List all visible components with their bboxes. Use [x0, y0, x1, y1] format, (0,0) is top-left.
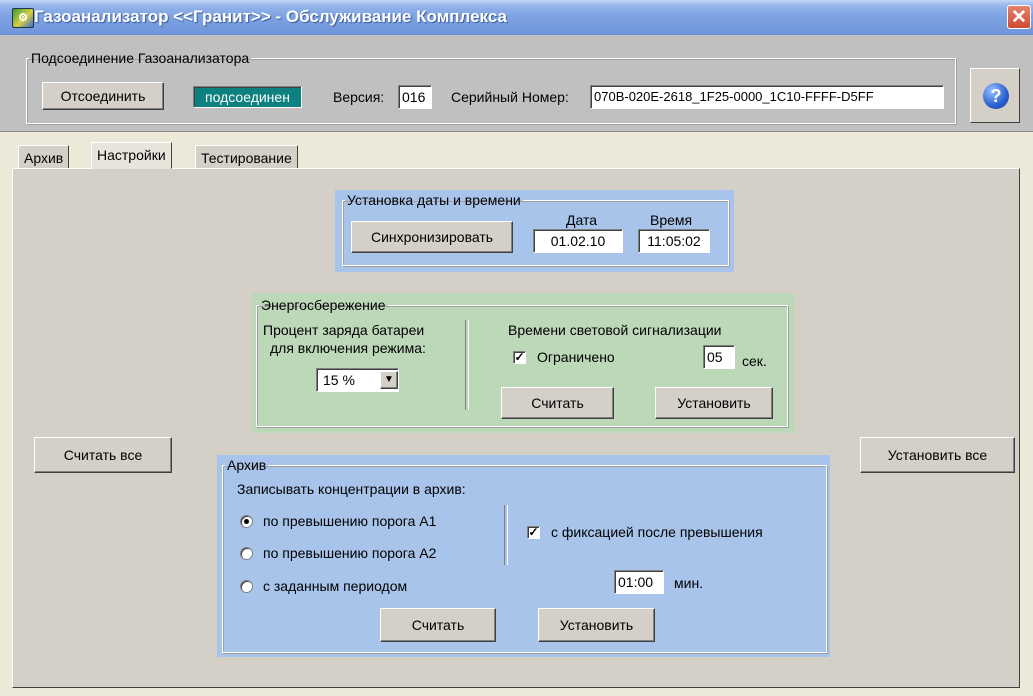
window-title: Газоанализатор <<Гранит>> - Обслуживание…: [34, 7, 507, 26]
version-field: 016: [398, 85, 432, 109]
radio-threshold-a2[interactable]: [240, 547, 253, 560]
period-unit: мин.: [674, 575, 704, 591]
time-label: Время: [650, 212, 693, 228]
help-icon: ?: [983, 83, 1009, 109]
date-label: Дата: [566, 212, 598, 228]
archive-read-button[interactable]: Считать: [380, 608, 496, 642]
connection-panel: Подсоединение Газоанализатора Отсоединит…: [0, 35, 1033, 132]
energy-group-title: Энергосбережение: [261, 297, 386, 313]
tab-settings[interactable]: Настройки: [91, 142, 172, 169]
connection-group-title: Подсоединение Газоанализатора: [31, 50, 250, 66]
disconnect-button[interactable]: Отсоединить: [42, 82, 164, 110]
archive-heading: Записывать концентрации в архив:: [237, 481, 466, 497]
date-field[interactable]: 01.02.10: [533, 229, 623, 253]
radio-period[interactable]: [240, 580, 253, 593]
time-field[interactable]: 11:05:02: [638, 229, 710, 253]
title-bar: ⚙ Газоанализатор <<Гранит>> - Обслуживан…: [0, 0, 1033, 35]
sync-button[interactable]: Синхронизировать: [351, 221, 513, 253]
tab-testing[interactable]: Тестирование: [195, 145, 298, 169]
limited-checkbox[interactable]: ✓: [513, 351, 526, 364]
close-button[interactable]: ✕: [1007, 5, 1031, 29]
serial-field: 070B-020E-2618_1F25-0000_1C10-FFFF-D5FF: [590, 85, 944, 109]
archive-divider: [504, 505, 508, 565]
energy-set-button[interactable]: Установить: [655, 387, 773, 419]
radio-threshold-a1[interactable]: [240, 515, 253, 528]
datetime-group-title: Установка даты и времени: [347, 192, 521, 208]
limited-label: Ограничено: [537, 349, 615, 365]
energy-read-button[interactable]: Считать: [501, 387, 614, 419]
tab-archive[interactable]: Архив: [18, 145, 70, 169]
battery-percent-select[interactable]: 15 % ▼: [316, 368, 399, 392]
period-field[interactable]: 01:00: [614, 570, 664, 594]
fix-label: с фиксацией после превышения: [551, 524, 763, 540]
seconds-unit: сек.: [742, 353, 767, 369]
radio-threshold-a2-label: по превышению порога А2: [263, 545, 437, 561]
archive-set-button[interactable]: Установить: [538, 608, 655, 642]
version-label: Версия:: [333, 89, 385, 105]
fix-checkbox[interactable]: ✓: [527, 526, 540, 539]
radio-threshold-a1-label: по превышению порога А1: [263, 513, 437, 529]
signal-title: Времени световой сигнализации: [508, 322, 722, 338]
status-badge: подсоединен: [193, 86, 302, 108]
set-all-button[interactable]: Установить все: [860, 437, 1015, 473]
help-button[interactable]: ?: [970, 68, 1020, 123]
energy-divider: [465, 320, 469, 410]
archive-group-title: Архив: [227, 457, 267, 473]
read-all-button[interactable]: Считать все: [34, 437, 172, 473]
app-icon: ⚙: [12, 8, 34, 28]
battery-percent-value: 15 %: [323, 372, 355, 388]
battery-label-line1: Процент заряда батареи: [263, 322, 425, 338]
seconds-field[interactable]: 05: [703, 345, 735, 369]
radio-period-label: с заданным периодом: [263, 578, 408, 594]
chevron-down-icon[interactable]: ▼: [380, 371, 398, 389]
battery-label-line2: для включения режима:: [270, 340, 426, 356]
serial-label: Серийный Номер:: [451, 89, 569, 105]
